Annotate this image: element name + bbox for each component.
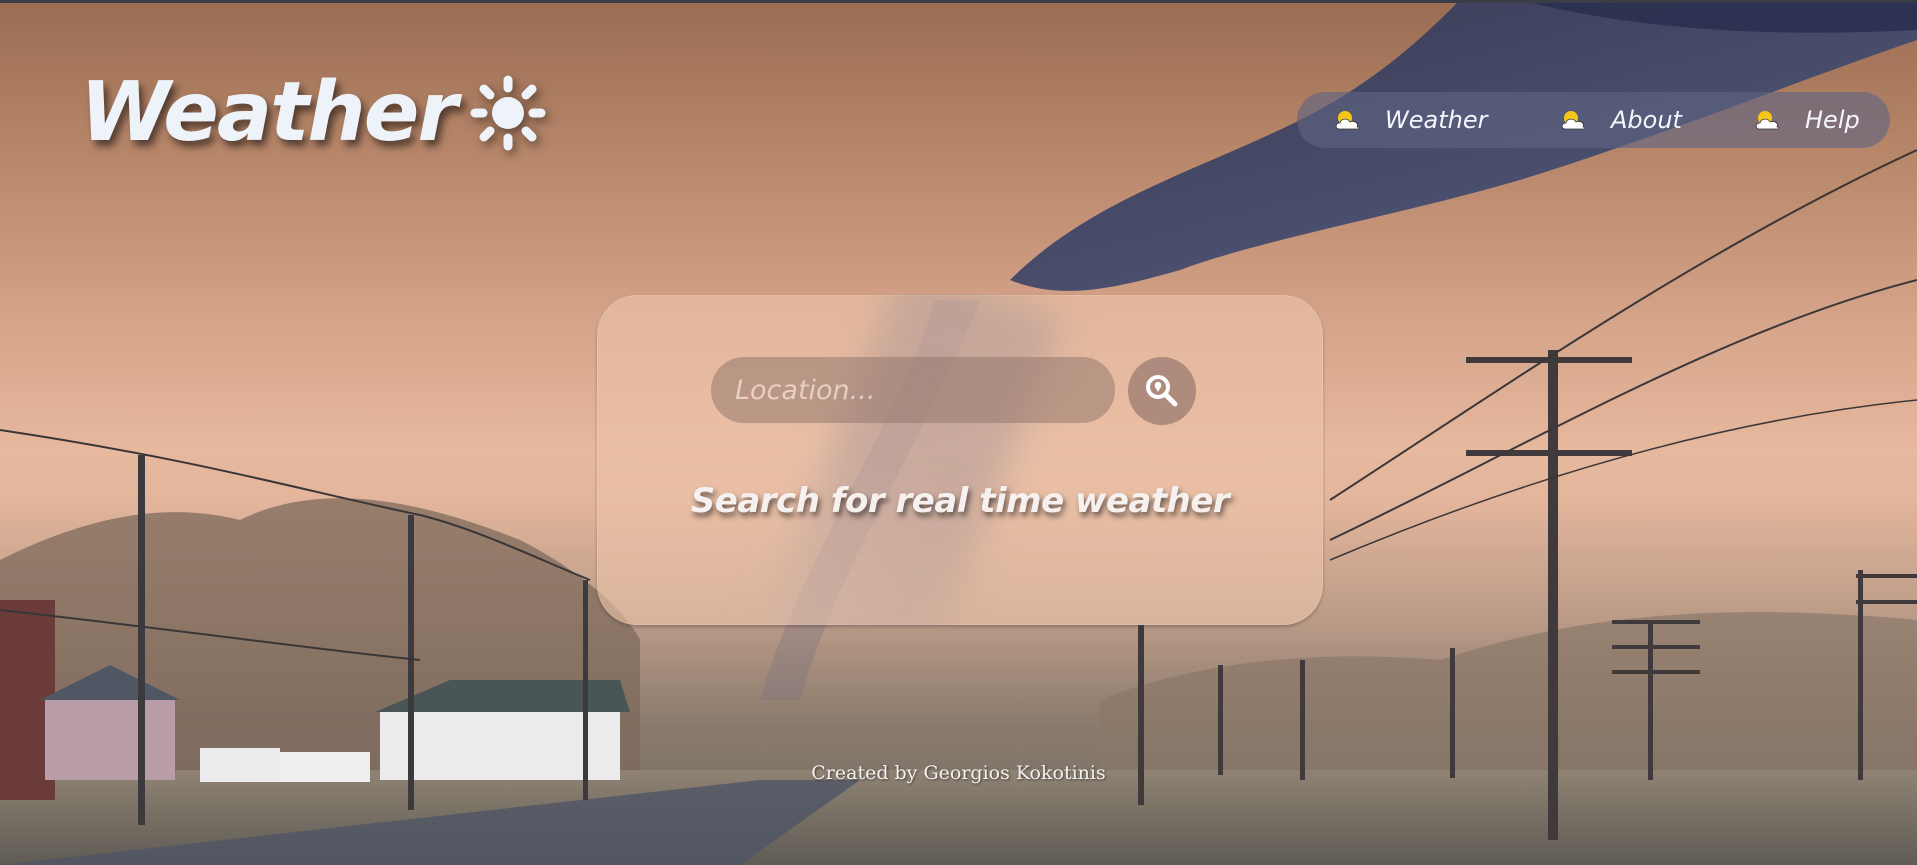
location-search-icon xyxy=(1146,375,1178,407)
search-button[interactable] xyxy=(1128,357,1196,425)
main-nav: Weather About Help xyxy=(1297,92,1890,148)
brand-title: Weather xyxy=(80,65,458,160)
sun-icon xyxy=(470,75,546,151)
nav-item-weather[interactable]: Weather xyxy=(1333,92,1487,148)
nav-label-weather: Weather xyxy=(1385,106,1488,134)
cloud-sun-icon xyxy=(1755,111,1780,130)
cloud-sun-icon xyxy=(1335,111,1360,130)
cloud-sun-icon xyxy=(1561,111,1586,130)
nav-label-about: About xyxy=(1611,106,1682,134)
card-background-streak xyxy=(758,295,1066,625)
nav-item-help[interactable]: Help xyxy=(1753,92,1860,148)
brand-logo[interactable]: Weather xyxy=(80,72,546,154)
nav-item-about[interactable]: About xyxy=(1559,92,1682,148)
search-card: Search for real time weather xyxy=(597,295,1323,625)
top-border xyxy=(0,0,1917,3)
footer-credit: Created by Georgios Kokotinis xyxy=(811,762,1106,784)
nav-label-help: Help xyxy=(1805,106,1860,134)
search-heading: Search for real time weather xyxy=(690,481,1230,521)
location-search-input[interactable] xyxy=(711,357,1115,423)
